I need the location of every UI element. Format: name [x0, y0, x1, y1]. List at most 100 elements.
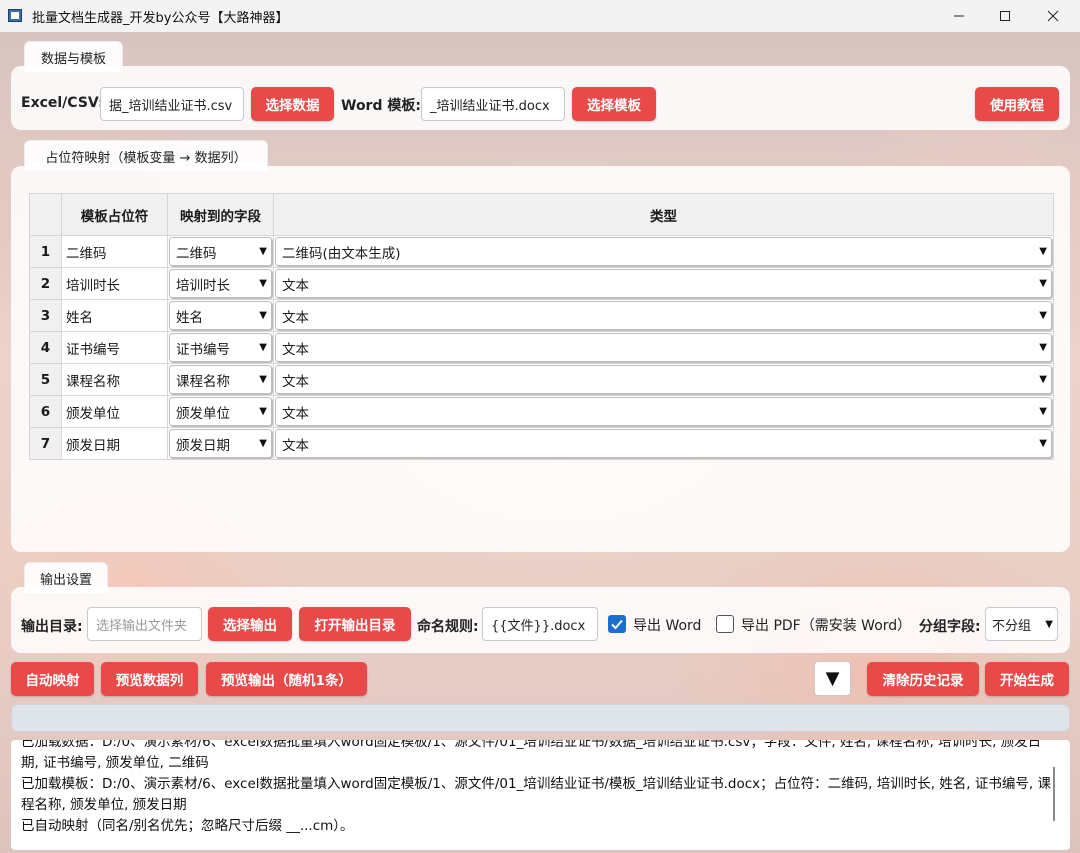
mapped-field-cell[interactable]: 二维码 ▼	[167, 235, 274, 268]
select-output-button[interactable]: 选择输出	[208, 607, 292, 641]
field-select[interactable]: 姓名 ▼	[169, 301, 272, 330]
type-cell[interactable]: 文本 ▼	[273, 395, 1054, 428]
field-select-value: 姓名	[176, 309, 203, 326]
type-select[interactable]: 文本 ▼	[275, 429, 1052, 458]
clear-history-button[interactable]: 清除历史记录	[867, 662, 979, 696]
export-pdf-checkbox[interactable]	[716, 615, 734, 633]
preview-columns-button[interactable]: 预览数据列	[101, 662, 198, 696]
field-select-value: 证书编号	[176, 341, 230, 358]
mapped-field-cell[interactable]: 姓名 ▼	[167, 299, 274, 332]
mapped-field-cell[interactable]: 课程名称 ▼	[167, 363, 274, 396]
minimize-button[interactable]	[936, 0, 982, 32]
mapped-field-cell[interactable]: 证书编号 ▼	[167, 331, 274, 364]
export-pdf-label[interactable]: 导出 PDF（需安装 Word）	[741, 615, 911, 635]
chevron-down-icon: ▼	[259, 374, 267, 385]
log-line: 已自动映射（同名/别名优先；忽略尺寸后缀 __...cm）。	[21, 818, 354, 834]
field-select-value: 颁发单位	[176, 405, 230, 422]
naming-rule-field[interactable]: {{文件}}.docx	[482, 607, 598, 641]
table-row: 3 姓名 姓名 ▼ 文本 ▼	[29, 299, 1054, 332]
type-cell[interactable]: 文本 ▼	[273, 299, 1054, 332]
placeholder-cell[interactable]: 姓名	[61, 299, 168, 332]
auto-map-button[interactable]: 自动映射	[11, 662, 94, 696]
group-field-value: 不分组	[992, 618, 1032, 634]
field-select[interactable]: 课程名称 ▼	[169, 365, 272, 394]
chevron-down-icon: ▼	[1039, 246, 1047, 257]
dropdown-arrow-icon: ▼	[825, 668, 840, 689]
type-select[interactable]: 文本 ▼	[275, 365, 1052, 394]
output-dir-field[interactable]: 选择输出文件夹	[87, 607, 202, 641]
field-select[interactable]: 颁发单位 ▼	[169, 397, 272, 426]
header-type[interactable]: 类型	[273, 193, 1054, 236]
select-template-button[interactable]: 选择模板	[572, 87, 656, 121]
header-mapped-field[interactable]: 映射到的字段	[167, 193, 274, 236]
table-row: 6 颁发单位 颁发单位 ▼ 文本 ▼	[29, 395, 1054, 428]
log-line: 已加载模板：D:/0、演示素材/6、excel数据批量填入word固定模板/1、…	[21, 776, 1051, 813]
row-number: 1	[29, 235, 62, 268]
placeholder-cell[interactable]: 课程名称	[61, 363, 168, 396]
placeholder-cell[interactable]: 颁发日期	[61, 427, 168, 460]
type-cell[interactable]: 文本 ▼	[273, 363, 1054, 396]
maximize-button[interactable]	[982, 0, 1028, 32]
type-select-value: 文本	[282, 405, 309, 422]
log-scrollbar[interactable]	[1053, 767, 1055, 821]
maximize-icon	[1000, 11, 1010, 21]
field-select-value: 颁发日期	[176, 437, 230, 454]
field-select-value: 二维码	[176, 245, 217, 262]
naming-rule-label: 命名规则:	[417, 619, 479, 635]
export-word-checkbox[interactable]	[608, 615, 626, 633]
type-cell[interactable]: 文本 ▼	[273, 427, 1054, 460]
word-template-path-field[interactable]: _培训结业证书.docx	[421, 87, 565, 121]
type-select-value: 文本	[282, 309, 309, 326]
type-select[interactable]: 文本 ▼	[275, 397, 1052, 426]
field-select[interactable]: 颁发日期 ▼	[169, 429, 272, 458]
type-select[interactable]: 文本 ▼	[275, 269, 1052, 298]
chevron-down-icon: ▼	[259, 438, 267, 449]
checkmark-icon	[611, 619, 623, 630]
chevron-down-icon: ▼	[259, 278, 267, 289]
type-select[interactable]: 二维码(由文本生成) ▼	[275, 237, 1052, 266]
field-select[interactable]: 培训时长 ▼	[169, 269, 272, 298]
type-cell[interactable]: 二维码(由文本生成) ▼	[273, 235, 1054, 268]
placeholder-cell[interactable]: 证书编号	[61, 331, 168, 364]
chevron-down-icon: ▼	[1039, 438, 1047, 449]
history-dropdown-button[interactable]: ▼	[814, 661, 851, 696]
open-output-dir-button[interactable]: 打开输出目录	[299, 607, 411, 641]
type-select-value: 文本	[282, 341, 309, 358]
header-placeholder[interactable]: 模板占位符	[61, 193, 168, 236]
excel-path-field[interactable]: 据_培训结业证书.csv	[100, 87, 244, 121]
type-cell[interactable]: 文本 ▼	[273, 267, 1054, 300]
close-button[interactable]	[1030, 0, 1076, 32]
chevron-down-icon: ▼	[259, 310, 267, 321]
type-cell[interactable]: 文本 ▼	[273, 331, 1054, 364]
type-select-value: 二维码(由文本生成)	[282, 245, 401, 262]
group-field-select[interactable]: 不分组 ▼	[985, 607, 1058, 641]
preview-output-button[interactable]: 预览输出（随机1条）	[206, 662, 367, 696]
excel-label: Excel/CSV:	[21, 95, 104, 111]
row-number: 7	[29, 427, 62, 460]
chevron-down-icon: ▼	[1045, 618, 1053, 630]
mapped-field-cell[interactable]: 培训时长 ▼	[167, 267, 274, 300]
placeholder-cell[interactable]: 二维码	[61, 235, 168, 268]
chevron-down-icon: ▼	[259, 342, 267, 353]
type-select-value: 文本	[282, 277, 309, 294]
chevron-down-icon: ▼	[1039, 342, 1047, 353]
table-row: 2 培训时长 培训时长 ▼ 文本 ▼	[29, 267, 1054, 300]
field-select[interactable]: 证书编号 ▼	[169, 333, 272, 362]
export-word-label[interactable]: 导出 Word	[633, 615, 701, 635]
placeholder-cell[interactable]: 颁发单位	[61, 395, 168, 428]
mapped-field-cell[interactable]: 颁发单位 ▼	[167, 395, 274, 428]
placeholder-cell[interactable]: 培训时长	[61, 267, 168, 300]
field-select[interactable]: 二维码 ▼	[169, 237, 272, 266]
title-bar: 批量文档生成器_开发by公众号【大路神器】	[0, 0, 1080, 32]
select-data-button[interactable]: 选择数据	[251, 87, 334, 121]
tutorial-button[interactable]: 使用教程	[975, 87, 1059, 121]
log-content: 已加载数据：D:/0、演示素材/6、excel数据批量填入word固定模板/1、…	[21, 740, 1051, 837]
log-output[interactable]: 已加载数据：D:/0、演示素材/6、excel数据批量填入word固定模板/1、…	[11, 740, 1070, 850]
type-select[interactable]: 文本 ▼	[275, 333, 1052, 362]
start-generate-button[interactable]: 开始生成	[985, 662, 1069, 696]
row-number: 2	[29, 267, 62, 300]
type-select[interactable]: 文本 ▼	[275, 301, 1052, 330]
mapped-field-cell[interactable]: 颁发日期 ▼	[167, 427, 274, 460]
table-row: 4 证书编号 证书编号 ▼ 文本 ▼	[29, 331, 1054, 364]
chevron-down-icon: ▼	[1039, 374, 1047, 385]
